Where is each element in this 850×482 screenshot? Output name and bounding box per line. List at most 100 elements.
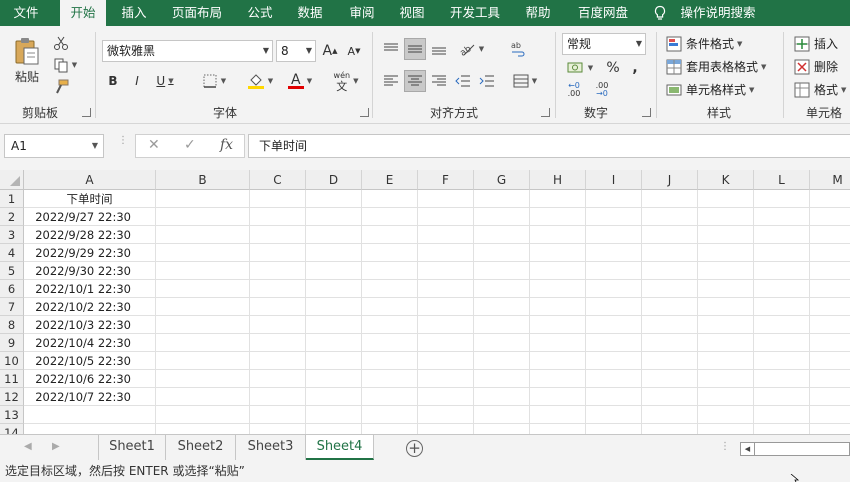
row-header[interactable]: 4	[0, 244, 24, 262]
grid-cell[interactable]	[24, 406, 156, 424]
grid-cell[interactable]	[586, 370, 642, 388]
grid-cell[interactable]	[250, 262, 306, 280]
grid-cell[interactable]	[156, 424, 250, 434]
grid-cell[interactable]	[156, 226, 250, 244]
cancel-icon[interactable]: ✕	[148, 137, 160, 153]
grid-cell[interactable]	[754, 190, 810, 208]
grid-cell[interactable]: 2022/9/30 22:30	[24, 262, 156, 280]
column-header-d[interactable]: D	[306, 170, 362, 190]
borders-button[interactable]: ▼	[196, 70, 232, 92]
grid-cell[interactable]	[418, 406, 474, 424]
grid-cell[interactable]	[474, 406, 530, 424]
format-painter-button[interactable]	[50, 78, 72, 96]
grid-cell[interactable]	[250, 406, 306, 424]
grid-cell[interactable]	[474, 226, 530, 244]
orientation-button[interactable]: ab ▼	[454, 38, 488, 60]
grid-cell[interactable]	[586, 190, 642, 208]
grid-cell[interactable]	[250, 190, 306, 208]
grid-cell[interactable]	[362, 406, 418, 424]
formula-bar-grip[interactable]: ⋮	[118, 136, 128, 154]
grid-cell[interactable]	[418, 298, 474, 316]
tell-me-search[interactable]: 操作说明搜索	[676, 0, 760, 26]
grid-cell[interactable]: 2022/10/3 22:30	[24, 316, 156, 334]
grid-cell[interactable]	[156, 208, 250, 226]
grid-cell[interactable]: 2022/9/27 22:30	[24, 208, 156, 226]
tab-view[interactable]: 视图	[390, 0, 434, 26]
grid-cell[interactable]	[642, 280, 698, 298]
row-header[interactable]: 9	[0, 334, 24, 352]
decrease-decimal-button[interactable]: .00 →0	[590, 80, 614, 100]
grid-cell[interactable]	[306, 334, 362, 352]
row-header[interactable]: 11	[0, 370, 24, 388]
grid-cell[interactable]	[362, 424, 418, 434]
tab-home[interactable]: 开始	[60, 0, 106, 26]
grid-cell[interactable]: 2022/9/29 22:30	[24, 244, 156, 262]
grid-cell[interactable]	[698, 406, 754, 424]
grid-cell[interactable]	[306, 316, 362, 334]
grid-cell[interactable]	[642, 352, 698, 370]
sheet-tab-sheet1[interactable]: Sheet1	[98, 435, 166, 460]
grid-cell[interactable]	[362, 226, 418, 244]
grid-cell[interactable]	[306, 208, 362, 226]
grid-cell[interactable]	[698, 262, 754, 280]
grid-cell[interactable]	[474, 424, 530, 434]
grid-cell[interactable]	[754, 280, 810, 298]
column-header-h[interactable]: H	[530, 170, 586, 190]
grid-cell[interactable]	[586, 262, 642, 280]
tab-formulas[interactable]: 公式	[238, 0, 282, 26]
cut-button[interactable]	[50, 34, 72, 52]
grid-cell[interactable]	[586, 244, 642, 262]
grid-cell[interactable]	[306, 262, 362, 280]
grid-cell[interactable]	[642, 316, 698, 334]
grid-cell[interactable]	[418, 244, 474, 262]
grid-cell[interactable]	[754, 298, 810, 316]
increase-indent-button[interactable]	[476, 70, 498, 92]
column-header-j[interactable]: J	[642, 170, 698, 190]
grid-cell[interactable]	[250, 298, 306, 316]
grid-cell[interactable]	[250, 208, 306, 226]
grid-cell[interactable]	[810, 388, 850, 406]
grid-cell[interactable]	[810, 190, 850, 208]
grid-cell[interactable]	[642, 370, 698, 388]
font-launcher[interactable]	[360, 108, 369, 117]
grid-cell[interactable]	[530, 244, 586, 262]
grid-cell[interactable]	[156, 388, 250, 406]
row-header[interactable]: 6	[0, 280, 24, 298]
align-center-button[interactable]	[404, 70, 426, 92]
grid-cell[interactable]	[810, 280, 850, 298]
grid-cell[interactable]: 2022/10/1 22:30	[24, 280, 156, 298]
grid-cell[interactable]	[474, 334, 530, 352]
grid-cell[interactable]	[418, 208, 474, 226]
grid-cell[interactable]	[642, 208, 698, 226]
grid-cell[interactable]	[530, 208, 586, 226]
grid-cell[interactable]	[418, 424, 474, 434]
tab-insert[interactable]: 插入	[112, 0, 156, 26]
grid-cell[interactable]	[306, 406, 362, 424]
grid-cell[interactable]: 2022/9/28 22:30	[24, 226, 156, 244]
column-header-k[interactable]: K	[698, 170, 754, 190]
grid-cell[interactable]	[156, 334, 250, 352]
grid-cell[interactable]	[754, 424, 810, 434]
column-header-m[interactable]: M	[810, 170, 850, 190]
grid-cell[interactable]	[362, 334, 418, 352]
grid-cell[interactable]	[642, 298, 698, 316]
column-header-i[interactable]: I	[586, 170, 642, 190]
accounting-format-button[interactable]: ▼	[562, 58, 598, 78]
grid-cell[interactable]	[586, 208, 642, 226]
sheet-tab-sheet2[interactable]: Sheet2	[166, 435, 236, 460]
comma-style-button[interactable]: ,	[627, 58, 643, 78]
grow-font-button[interactable]: A ▲	[320, 40, 340, 62]
grid-cell[interactable]	[306, 352, 362, 370]
number-launcher[interactable]	[642, 108, 651, 117]
name-box[interactable]: A1 ▼	[4, 134, 104, 158]
grid-cell[interactable]	[642, 190, 698, 208]
grid-cell[interactable]	[810, 352, 850, 370]
paste-button[interactable]: 粘贴	[8, 32, 46, 88]
decrease-indent-button[interactable]	[452, 70, 474, 92]
column-header-f[interactable]: F	[418, 170, 474, 190]
grid-cell[interactable]	[306, 424, 362, 434]
grid-cell[interactable]	[698, 388, 754, 406]
grid-cell[interactable]	[754, 388, 810, 406]
tab-page-layout[interactable]: 页面布局	[164, 0, 230, 26]
grid-cell[interactable]	[156, 406, 250, 424]
